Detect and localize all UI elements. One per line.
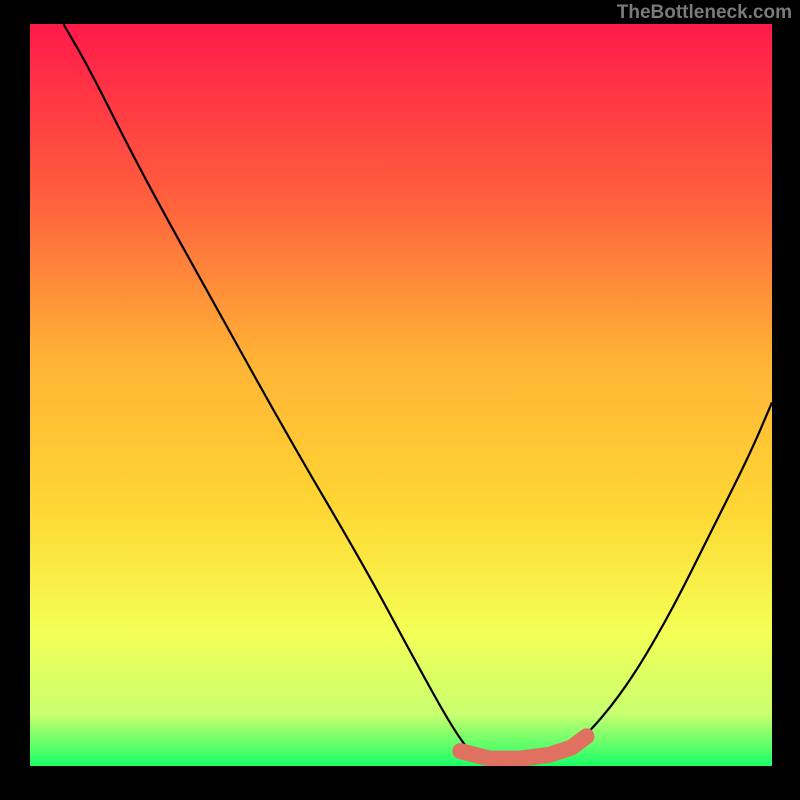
optimal-point-marker	[453, 744, 467, 758]
chart-svg	[0, 0, 800, 800]
plot-background	[30, 24, 772, 766]
chart-container: TheBottleneck.com	[0, 0, 800, 800]
watermark-text: TheBottleneck.com	[617, 2, 792, 24]
